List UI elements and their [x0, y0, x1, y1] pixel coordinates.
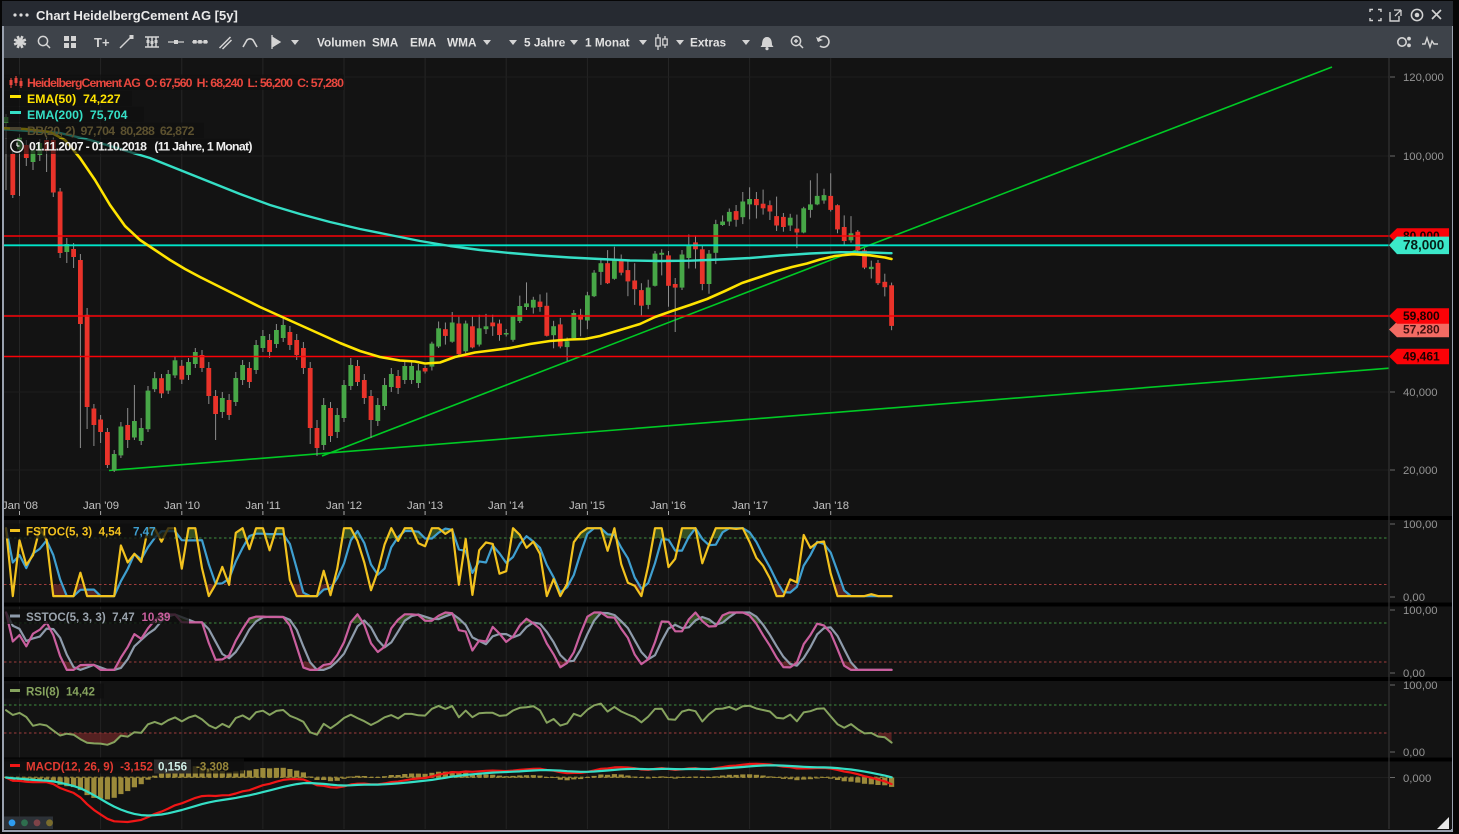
svg-text:Jan '10: Jan '10 — [164, 500, 200, 512]
svg-text:Volumen: Volumen — [317, 35, 366, 49]
svg-text:7,47: 7,47 — [133, 526, 156, 539]
svg-text:Extras: Extras — [690, 35, 727, 49]
svg-text:100,00: 100,00 — [1403, 680, 1438, 692]
svg-text:Jan '17: Jan '17 — [732, 500, 768, 512]
svg-text:FSTOC(5, 3) 4,54: FSTOC(5, 3) 4,54 — [26, 526, 122, 539]
svg-text:Jan '08: Jan '08 — [2, 500, 38, 512]
svg-text:EMA: EMA — [410, 35, 437, 49]
svg-text:RSI(8) 14,42: RSI(8) 14,42 — [26, 686, 95, 699]
svg-text:0,00: 0,00 — [1403, 668, 1425, 680]
svg-text:40,000: 40,000 — [1403, 387, 1438, 399]
svg-text:Jan '15: Jan '15 — [569, 500, 605, 512]
svg-text:100,00: 100,00 — [1403, 519, 1438, 531]
svg-text:49,461: 49,461 — [1403, 350, 1440, 364]
svg-text:120,000: 120,000 — [1403, 72, 1444, 84]
svg-text:Jan '12: Jan '12 — [326, 500, 362, 512]
svg-text:T+: T+ — [94, 35, 110, 50]
svg-text:Chart HeidelbergCement AG [5y]: Chart HeidelbergCement AG [5y] — [36, 8, 238, 23]
svg-text:0,00: 0,00 — [1403, 747, 1425, 759]
svg-text:100,00: 100,00 — [1403, 605, 1438, 617]
svg-text:-3,308: -3,308 — [196, 761, 229, 774]
svg-text:Jan '13: Jan '13 — [407, 500, 443, 512]
svg-text:0,000: 0,000 — [1403, 773, 1431, 785]
svg-text:57,280: 57,280 — [1403, 323, 1440, 337]
svg-text:Jan '09: Jan '09 — [83, 500, 119, 512]
svg-text:Jan '14: Jan '14 — [488, 500, 524, 512]
svg-text:1 Monat: 1 Monat — [585, 35, 630, 49]
svg-text:59,800: 59,800 — [1403, 309, 1440, 323]
svg-text:SMA: SMA — [372, 35, 399, 49]
svg-text:10,39: 10,39 — [135, 611, 171, 624]
svg-text:0,156: 0,156 — [158, 761, 188, 774]
svg-text:Jan '18: Jan '18 — [813, 500, 849, 512]
svg-text:SSTOC(5, 3, 3) 7,47: SSTOC(5, 3, 3) 7,47 — [26, 611, 135, 624]
svg-text:EMA(50) 74,227: EMA(50) 74,227 — [27, 92, 121, 106]
svg-text:20,000: 20,000 — [1403, 465, 1438, 477]
svg-text:HeidelbergCement AG O: 67,560: HeidelbergCement AG O: 67,560 H: 68,240 … — [27, 76, 344, 90]
svg-text:WMA: WMA — [447, 35, 477, 49]
svg-text:01.11.2007 - 01.10.2018 (11: 01.11.2007 - 01.10.2018 (11 Jahre, 1 Mon… — [29, 140, 252, 154]
svg-text:78,000: 78,000 — [1403, 238, 1444, 253]
svg-text:Jan '11: Jan '11 — [245, 500, 280, 512]
svg-text:Jan '16: Jan '16 — [650, 500, 686, 512]
svg-text:5 Jahre: 5 Jahre — [524, 35, 566, 49]
svg-text:100,000: 100,000 — [1403, 151, 1444, 163]
svg-text:MACD(12, 26, 9) -3,152: MACD(12, 26, 9) -3,152 — [26, 761, 153, 774]
svg-text:EMA(200) 75,704: EMA(200) 75,704 — [27, 108, 128, 122]
svg-text:BB(20, 2) 97,704 80,288 62,: BB(20, 2) 97,704 80,288 62,872 — [27, 124, 195, 138]
svg-text:0,00: 0,00 — [1403, 592, 1425, 604]
